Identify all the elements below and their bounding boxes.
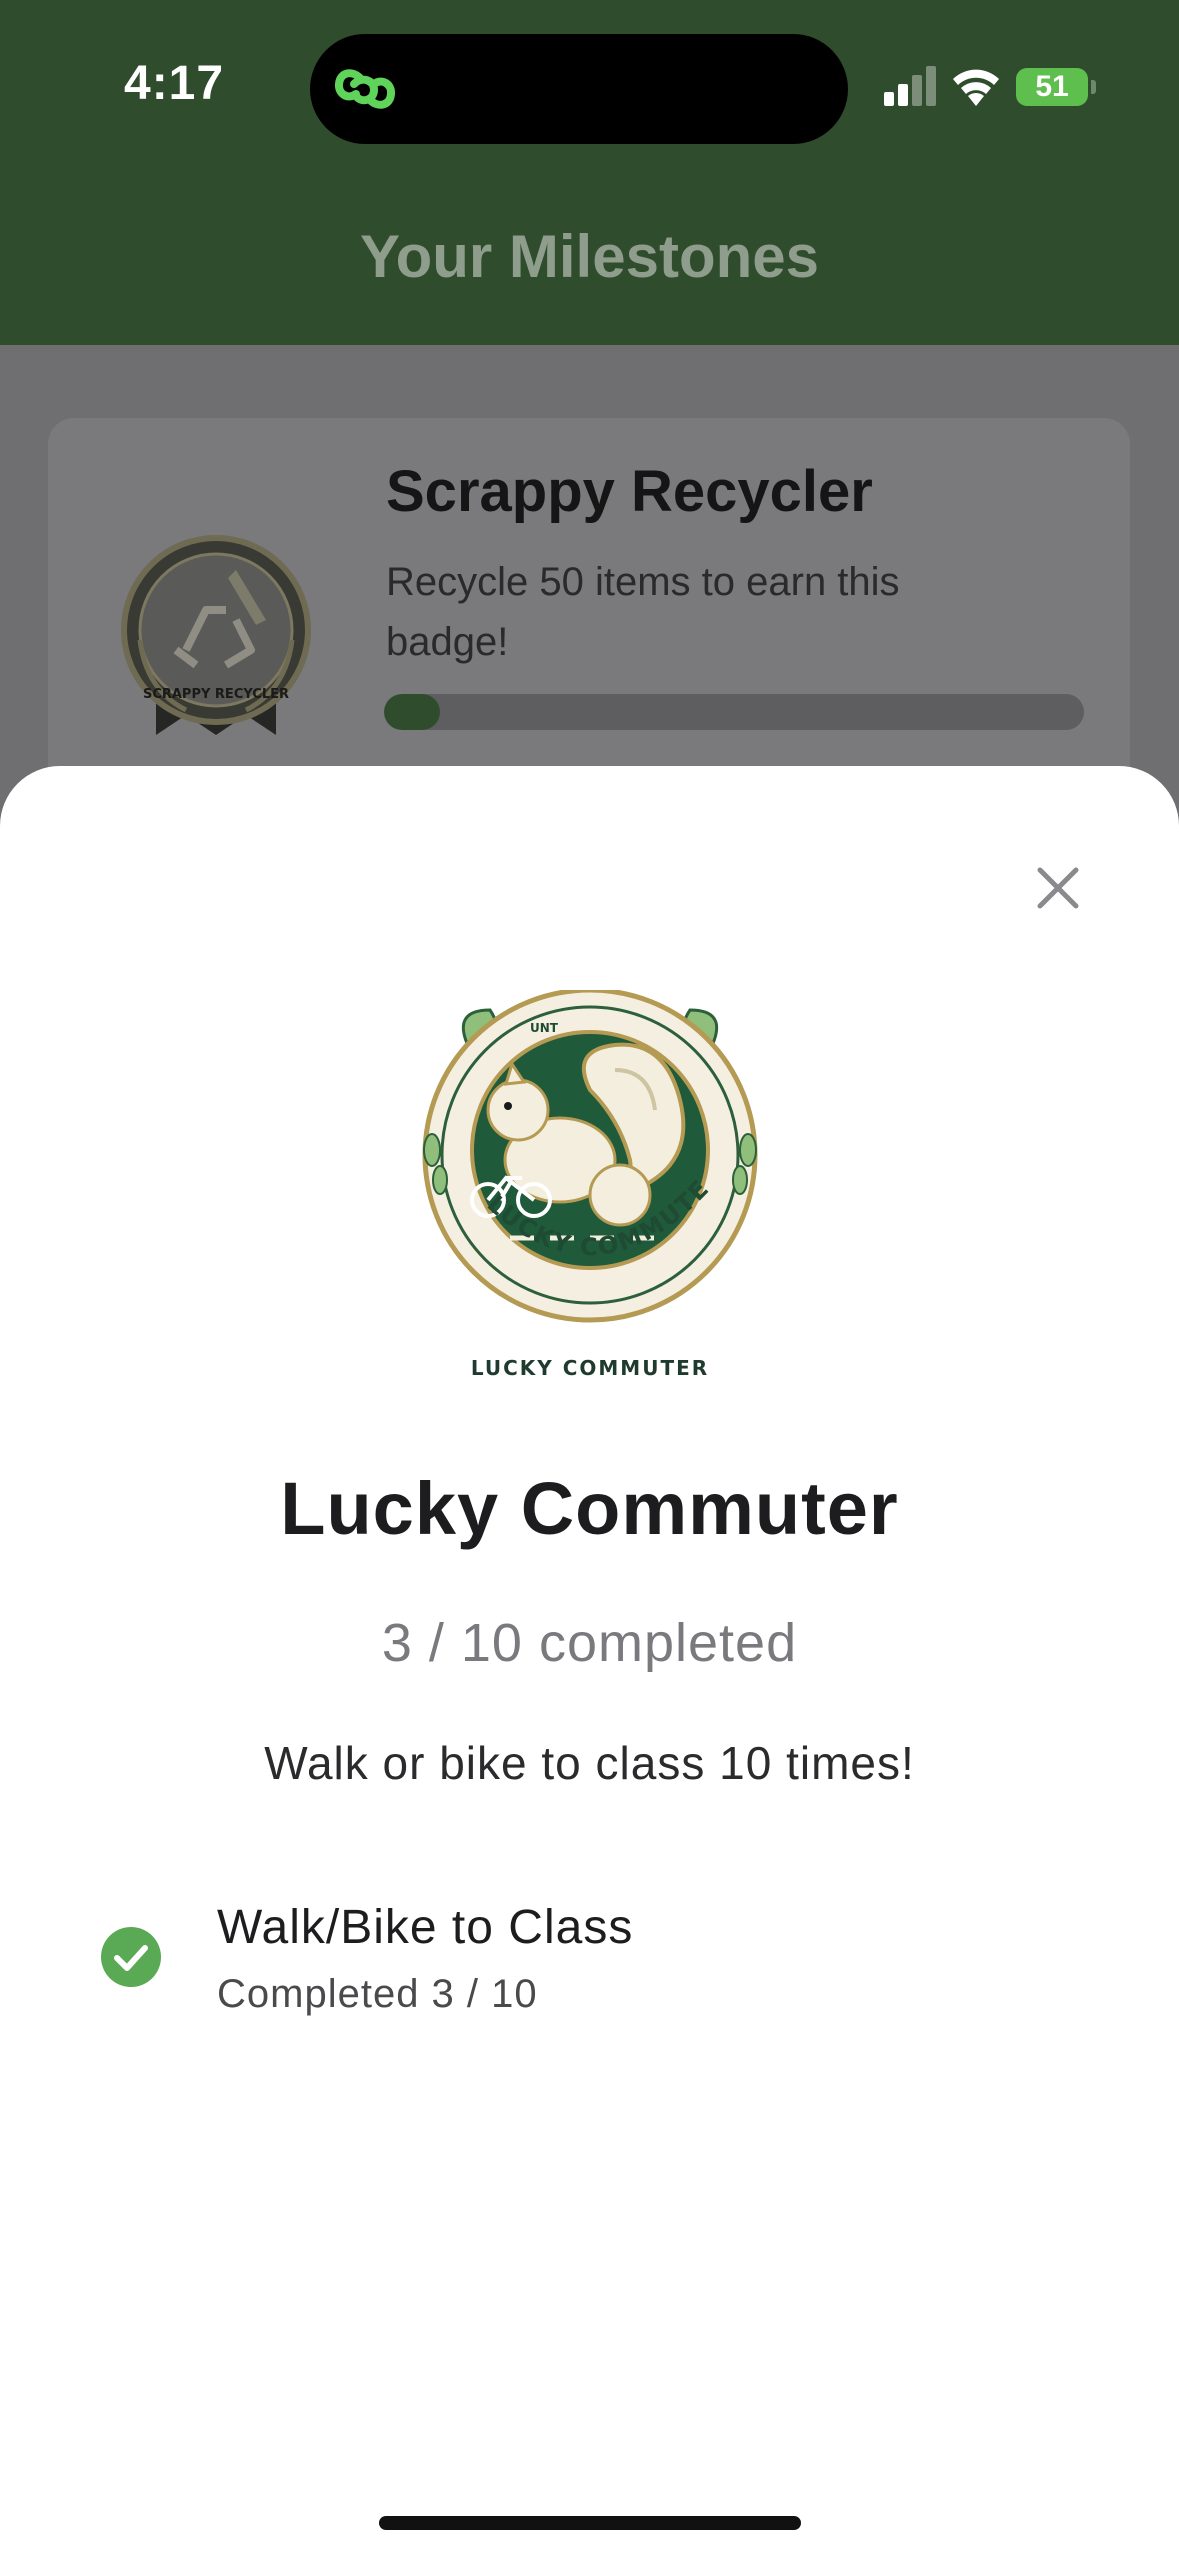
- card-progress-fill: [384, 694, 440, 730]
- wifi-icon: [953, 69, 999, 106]
- battery-charging-icon: 51: [1016, 68, 1096, 106]
- cellular-signal-icon: [884, 66, 936, 106]
- badge-title: Lucky Commuter: [280, 1467, 899, 1550]
- card-title: Scrappy Recycler: [386, 459, 873, 524]
- close-icon: [1037, 867, 1079, 909]
- card-description: Recycle 50 items to earn this badge!: [386, 560, 900, 664]
- svg-text:SCRAPPY RECYCLER: SCRAPPY RECYCLER: [143, 687, 289, 702]
- svg-text:LUCKY COMMUTER: LUCKY COMMUTER: [471, 1356, 709, 1380]
- badge-description: Walk or bike to class 10 times!: [264, 1737, 915, 1789]
- close-button[interactable]: [1026, 856, 1090, 920]
- scrappy-recycler-badge-icon: SCRAPPY RECYCLER: [121, 535, 311, 735]
- battery-level: 51: [1035, 70, 1069, 103]
- svg-text:UNT: UNT: [530, 1021, 559, 1035]
- app-header: 4:17 51 Your Milestones: [0, 0, 1179, 345]
- home-indicator[interactable]: [379, 2516, 801, 2530]
- dynamic-island: [310, 34, 848, 144]
- task-title: Walk/Bike to Class: [217, 1901, 634, 1954]
- lucky-commuter-badge-icon: LUCKY COMMUTER UNT LUCKY COMMUTER: [410, 990, 758, 1380]
- app-link-icon: [334, 69, 396, 109]
- task-progress: Completed 3 / 10: [217, 1972, 538, 2016]
- page-title: Your Milestones: [360, 223, 819, 290]
- check-circle-icon: [101, 1927, 161, 1987]
- card-progress-bar: [384, 694, 1084, 730]
- badge-progress-count: 3 / 10 completed: [381, 1613, 798, 1673]
- status-time: 4:17: [124, 57, 225, 110]
